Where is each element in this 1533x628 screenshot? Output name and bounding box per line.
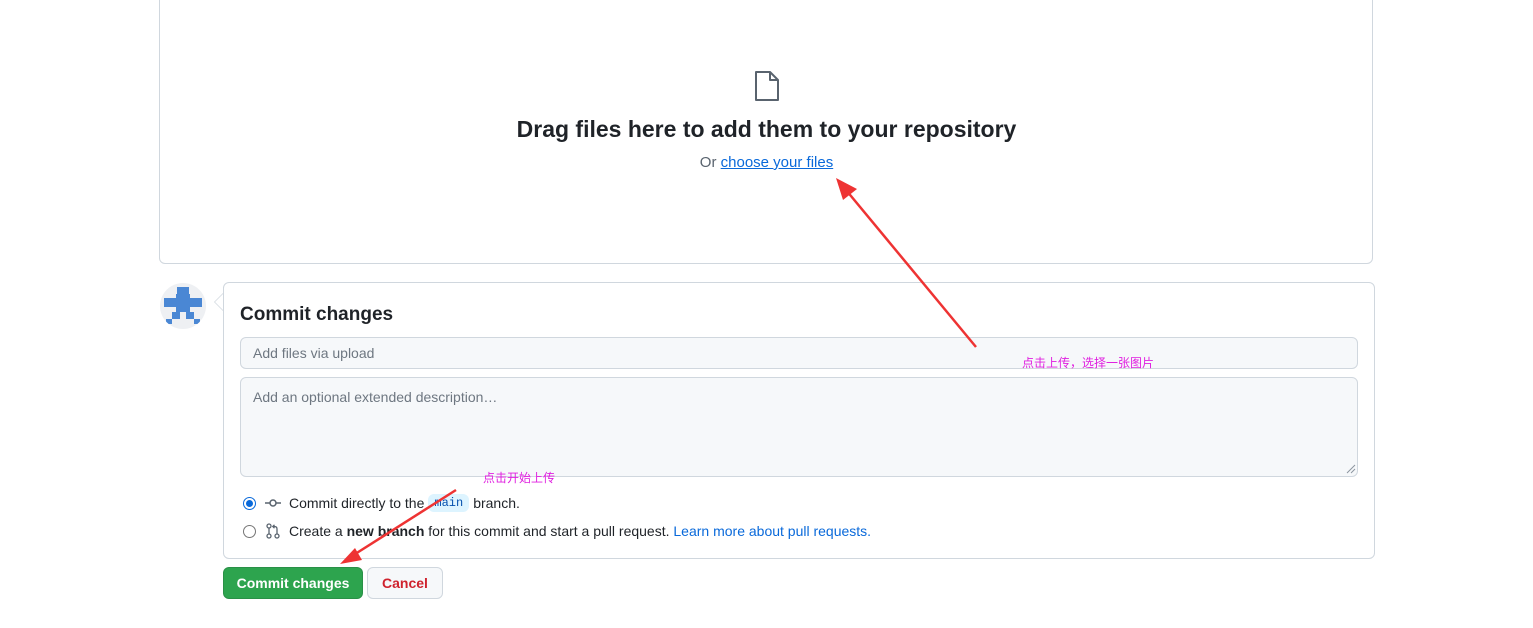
speech-caret-fill xyxy=(215,294,223,310)
option-new-branch[interactable]: Create a new branch for this commit and … xyxy=(243,523,871,539)
radio-new-branch[interactable] xyxy=(243,524,256,538)
annotation-commit: 点击开始上传 xyxy=(483,471,556,485)
or-text: Or xyxy=(699,154,717,171)
branch-name: main xyxy=(428,494,470,512)
option-new-suffix: for this commit and start a pull request… xyxy=(428,523,670,539)
option-direct-text: Commit directly to the xyxy=(289,495,425,511)
option-new-text: Create a xyxy=(289,523,343,539)
resize-grip-icon[interactable] xyxy=(1346,464,1356,474)
new-branch-bold: new branch xyxy=(346,523,425,539)
annotation-choose-files: 点击上传，选择一张图片 xyxy=(1022,356,1155,370)
choose-files-link[interactable]: choose your files xyxy=(721,154,834,171)
avatar xyxy=(160,283,206,329)
dropzone-title: Drag files here to add them to your repo… xyxy=(516,116,1017,142)
commit-description-input[interactable] xyxy=(240,377,1358,477)
commit-changes-button[interactable]: Commit changes xyxy=(223,567,363,599)
radio-commit-direct[interactable] xyxy=(243,496,256,510)
option-commit-direct[interactable]: Commit directly to the main branch. xyxy=(243,494,520,512)
avatar-identicon xyxy=(164,287,202,324)
commit-title: Commit changes xyxy=(240,304,394,325)
learn-more-link[interactable]: Learn more about pull requests. xyxy=(673,523,871,539)
pull-request-icon xyxy=(266,523,280,539)
commit-summary-input[interactable] xyxy=(240,337,1358,369)
file-icon xyxy=(755,71,779,101)
commit-icon xyxy=(265,499,281,507)
dropzone-subtitle: Or choose your files xyxy=(0,154,1533,171)
cancel-button[interactable]: Cancel xyxy=(367,567,443,599)
option-direct-suffix: branch. xyxy=(473,495,520,511)
